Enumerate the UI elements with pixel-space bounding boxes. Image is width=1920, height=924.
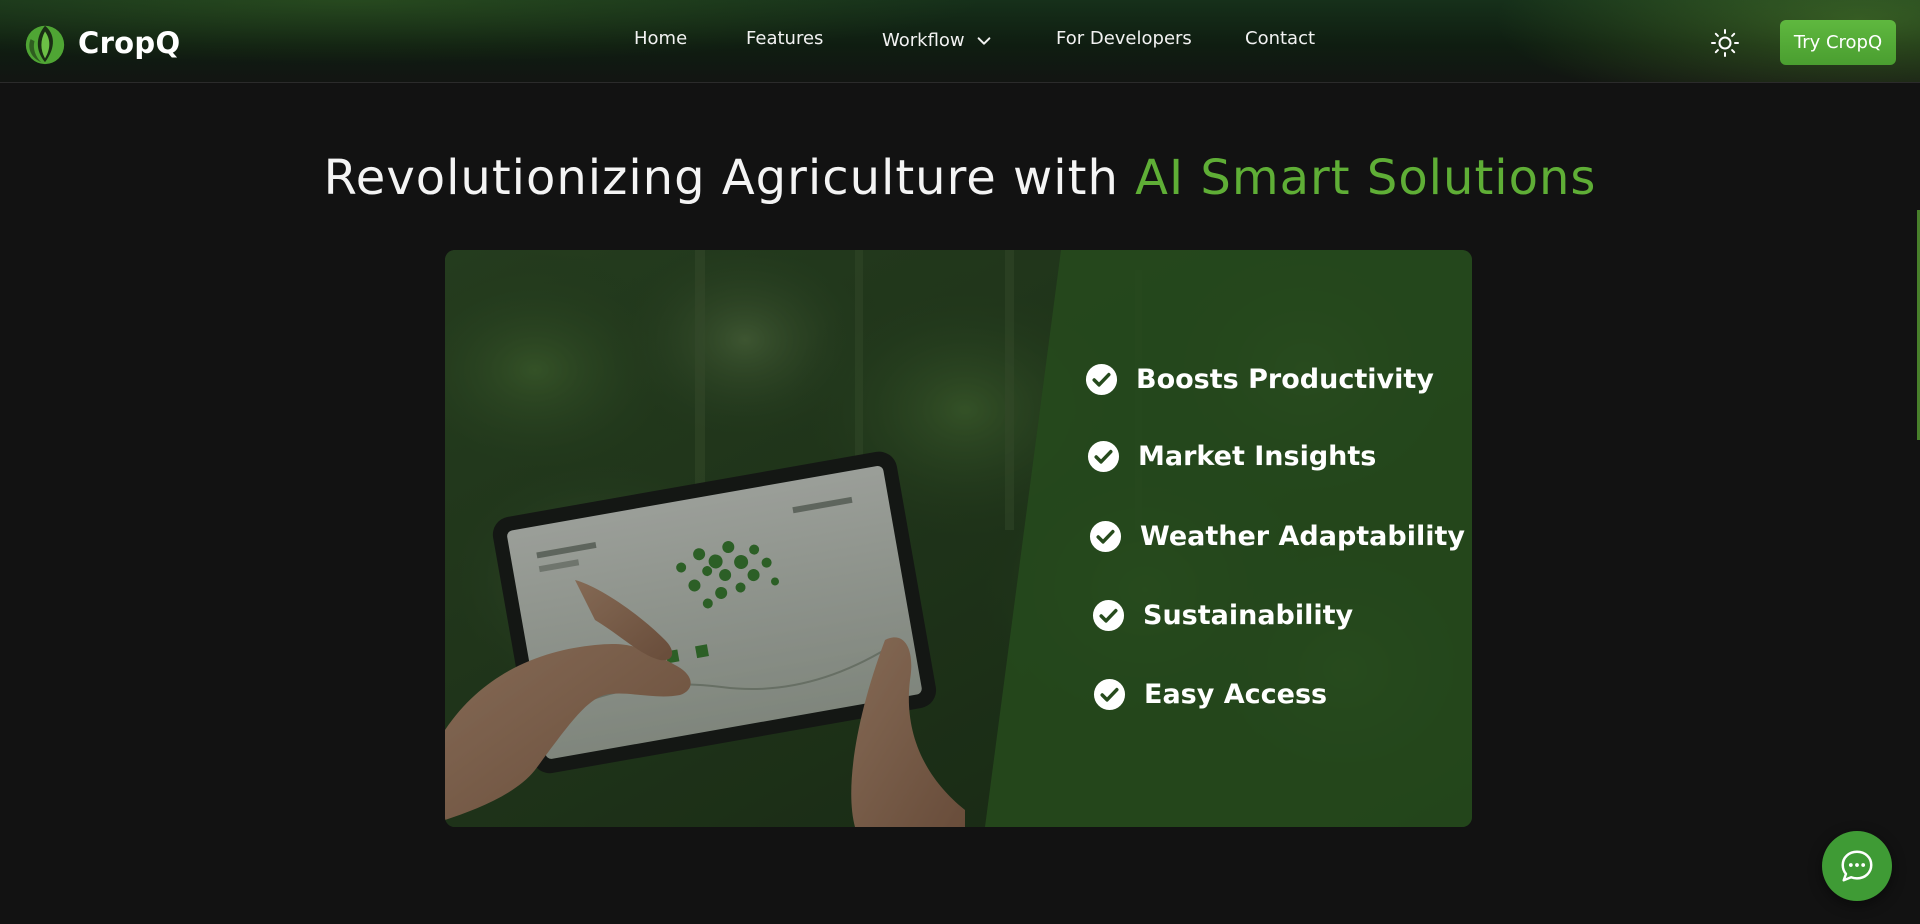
hero-card: Boosts Productivity Market Insights Weat… (445, 250, 1472, 827)
benefits-list: Boosts Productivity Market Insights Weat… (445, 250, 1472, 827)
benefit-label: Boosts Productivity (1136, 364, 1434, 395)
check-circle-icon (1085, 363, 1118, 396)
hero-title-main: Revolutionizing Agriculture with (323, 150, 1136, 206)
nav-contact[interactable]: Contact (1245, 28, 1315, 49)
benefit-label: Weather Adaptability (1140, 521, 1466, 552)
nav-home[interactable]: Home (634, 28, 687, 49)
chat-button[interactable] (1822, 831, 1892, 901)
benefit-item: Easy Access (1093, 678, 1327, 711)
hero-title: Revolutionizing Agriculture with AI Smar… (0, 150, 1920, 206)
sun-icon[interactable] (1710, 28, 1740, 58)
benefit-item: Sustainability (1092, 599, 1353, 632)
hero-title-accent: AI Smart Solutions (1135, 150, 1597, 206)
top-navbar: CropQ Home Features Workflow For Develop… (0, 0, 1920, 83)
chat-bubble-icon (1841, 850, 1873, 882)
benefit-label: Market Insights (1138, 441, 1377, 472)
nav-workflow-label: Workflow (882, 30, 965, 51)
benefit-item: Market Insights (1087, 440, 1376, 473)
try-cropq-button[interactable]: Try CropQ (1780, 20, 1896, 65)
check-circle-icon (1089, 520, 1122, 553)
main-nav: Home Features Workflow For Developers Co… (0, 0, 1920, 83)
chevron-down-icon (977, 36, 991, 45)
check-circle-icon (1087, 440, 1120, 473)
check-circle-icon (1093, 678, 1126, 711)
benefit-item: Weather Adaptability (1089, 520, 1465, 553)
benefit-label: Easy Access (1144, 679, 1328, 710)
check-circle-icon (1092, 599, 1125, 632)
benefit-label: Sustainability (1143, 600, 1354, 631)
nav-for-developers[interactable]: For Developers (1056, 28, 1192, 49)
nav-workflow-dropdown[interactable]: Workflow (882, 30, 993, 51)
benefit-item: Boosts Productivity (1085, 363, 1434, 396)
nav-features[interactable]: Features (746, 28, 823, 49)
